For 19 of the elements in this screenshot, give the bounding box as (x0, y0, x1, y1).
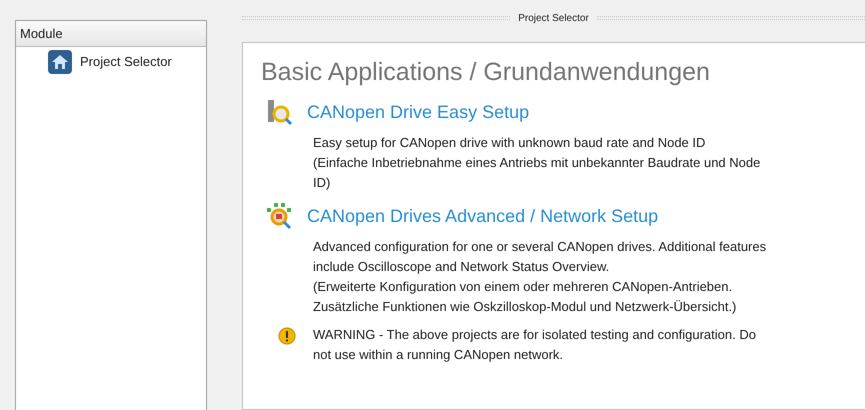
magnifier-icon (265, 98, 293, 126)
description-line: Zusätzliche Funktionen wie Oskzilloskop-Modul und Netzwerk-Übersicht.) (313, 298, 738, 316)
description-line: (Erweiterte Konfiguration von einem oder mehreren CANopen-Antrieben. (313, 278, 734, 296)
panel-title: Project Selector (518, 12, 589, 26)
project-link[interactable]: CANopen Drive Easy Setup (307, 98, 530, 126)
description-line: not use within a running CANopen network. (313, 346, 564, 364)
description-line: include Oscilloscope and Network Status Overview. (313, 258, 610, 276)
project-link[interactable]: CANopen Drives Advanced / Network Setup (307, 202, 658, 230)
description-line: WARNING - The above projects are for isolated testing and configuration. Do (313, 326, 756, 344)
description-line: ID) (313, 174, 332, 192)
description-line: Advanced configuration for one or several CANopen drives. Additional features (313, 238, 766, 256)
description-line: Easy setup for CANopen drive with unknown baud rate and Node ID (313, 134, 706, 152)
warning-icon (278, 327, 296, 345)
section-heading: Basic Applications / Grundanwendungen (261, 57, 711, 88)
column-header: Module (16, 21, 206, 47)
description-line: (Einfache Inbetriebnahme eines Antriebs mit unbekannter Baudrate und Node (313, 154, 760, 172)
tree-item[interactable]: Project Selector (48, 47, 206, 77)
home-icon (48, 50, 72, 74)
network-magnifier-icon (265, 202, 293, 230)
